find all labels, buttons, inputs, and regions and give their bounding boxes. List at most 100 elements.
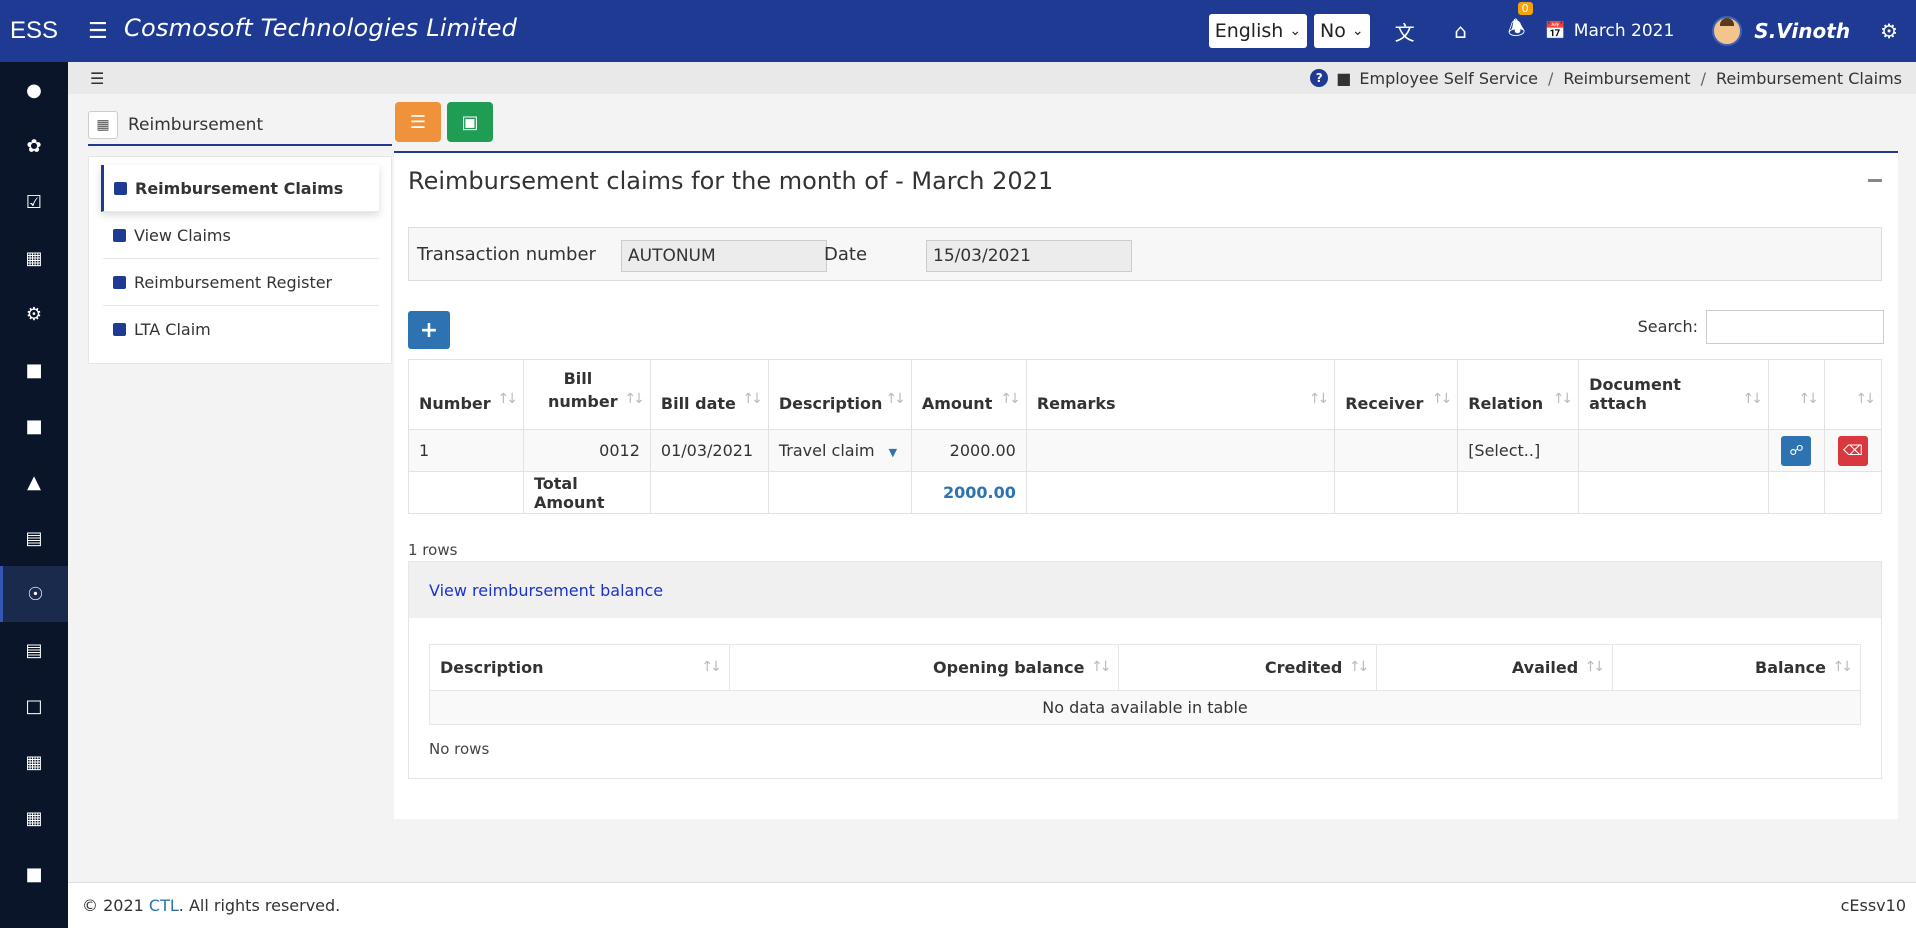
- add-row-button[interactable]: +: [408, 311, 450, 349]
- cell-empty: [1823, 471, 1883, 514]
- sort-icon: ↑↓: [885, 391, 906, 407]
- breadcrumb-reimbursement[interactable]: Reimbursement: [1563, 69, 1690, 88]
- grid-icon[interactable]: ▦: [88, 111, 118, 139]
- cell-bill-number[interactable]: 0012: [522, 429, 651, 472]
- view-balance-link[interactable]: View reimbursement balance: [429, 581, 663, 600]
- menu-item-reimbursement-claims[interactable]: Reimbursement Claims: [101, 165, 379, 212]
- square-icon[interactable]: ■: [0, 342, 68, 398]
- language-value: English: [1214, 20, 1284, 42]
- col-opening-balance[interactable]: Opening balance ↑↓: [728, 644, 1120, 691]
- file-settings-icon[interactable]: ▤: [0, 510, 68, 566]
- plus-icon: +: [419, 317, 439, 343]
- people-icon[interactable]: ●: [0, 62, 68, 118]
- home-icon[interactable]: ⌂: [1433, 19, 1489, 43]
- binoculars-icon[interactable]: ▲: [0, 454, 68, 510]
- breadcrumb-bar: ☰ ? ■ Employee Self Service / Reimbursem…: [68, 62, 1916, 94]
- col-credited[interactable]: Credited ↑↓: [1118, 644, 1378, 691]
- menu-item-lta-claim[interactable]: LTA Claim: [103, 306, 379, 353]
- settings-gear-icon[interactable]: ⚙: [1880, 19, 1898, 43]
- company-link[interactable]: CTL: [149, 896, 179, 915]
- cell-receiver[interactable]: [1334, 429, 1459, 472]
- hamburger-menu-icon[interactable]: ☰: [88, 19, 116, 44]
- transaction-number-label: Transaction number: [417, 244, 596, 265]
- cluster-icon[interactable]: ✿: [0, 118, 68, 174]
- search-input[interactable]: [1706, 310, 1884, 344]
- calendar-icon[interactable]: ▦: [0, 790, 68, 846]
- col-balance[interactable]: Balance ↑↓: [1612, 644, 1861, 691]
- cell-remarks[interactable]: [1025, 429, 1336, 472]
- copyright-year: © 2021: [82, 896, 144, 915]
- calendar-icon[interactable]: ▦: [0, 230, 68, 286]
- col-delete-action[interactable]: ↑↓: [1823, 359, 1883, 430]
- col-remarks[interactable]: Remarks ↑↓: [1025, 359, 1336, 430]
- list-view-button[interactable]: ☰: [395, 102, 441, 142]
- save-button[interactable]: ▣: [447, 102, 493, 142]
- description-dropdown[interactable]: Travel claim ▼: [767, 429, 912, 472]
- col-amount[interactable]: Amount ↑↓: [910, 359, 1027, 430]
- file-icon[interactable]: □: [0, 678, 68, 734]
- breadcrumb-claims: Reimbursement Claims: [1715, 68, 1902, 88]
- menu-item-reimbursement-register[interactable]: Reimbursement Register: [103, 259, 379, 306]
- date-field[interactable]: 15/03/2021: [926, 240, 1132, 272]
- col-relation[interactable]: Relation ↑↓: [1457, 359, 1580, 430]
- rupee-circle-icon[interactable]: ☉: [0, 566, 68, 622]
- trash-icon[interactable]: ⌫: [1837, 435, 1868, 466]
- collapse-icon[interactable]: [1868, 179, 1882, 182]
- col-bill-number[interactable]: Bill number ↑↓: [522, 359, 651, 430]
- cell-bill-date[interactable]: 01/03/2021: [649, 429, 769, 472]
- menu-item-label: Reimbursement Register: [134, 272, 333, 292]
- language-select[interactable]: English ⌄: [1208, 14, 1308, 48]
- col-document-attach[interactable]: Document attach ↑↓: [1578, 359, 1769, 430]
- total-label: Total Amount: [522, 471, 651, 514]
- help-icon[interactable]: ?: [1310, 69, 1329, 87]
- col-label: Description: [778, 394, 883, 413]
- cell-empty: [1457, 471, 1580, 514]
- total-row: Total Amount 2000.00: [408, 471, 1883, 514]
- col-number[interactable]: Number ↑↓: [408, 359, 524, 430]
- sort-icon: ↑↓: [1091, 659, 1112, 675]
- month-selector[interactable]: 📅 March 2021: [1545, 21, 1675, 41]
- user-menu[interactable]: S.Vinoth: [1712, 16, 1850, 46]
- app-brand[interactable]: ESS: [0, 17, 68, 45]
- option-select[interactable]: No ⌄: [1314, 14, 1370, 48]
- col-label: Credited: [1264, 658, 1343, 677]
- col-description[interactable]: Description ↑↓: [767, 359, 912, 430]
- col-label: Relation: [1468, 394, 1544, 413]
- menu-item-view-claims[interactable]: View Claims: [103, 212, 379, 259]
- translate-icon[interactable]: 文: [1377, 17, 1433, 46]
- col-bill-date[interactable]: Bill date ↑↓: [649, 359, 769, 430]
- menu-panel-header: ▦ Reimbursement: [88, 106, 392, 146]
- relation-select[interactable]: [Select..]: [1457, 429, 1580, 472]
- col-attach-action[interactable]: ↑↓: [1767, 359, 1825, 430]
- sort-icon: ↑↓: [1000, 391, 1021, 407]
- date-label: Date: [824, 244, 868, 265]
- breadcrumb-ess[interactable]: Employee Self Service: [1359, 69, 1538, 88]
- col-label: Availed: [1511, 658, 1579, 677]
- calendar-check-icon[interactable]: ☑: [0, 174, 68, 230]
- document-icon[interactable]: ▤: [0, 622, 68, 678]
- calendar-icon[interactable]: ▦: [0, 734, 68, 790]
- square-icon[interactable]: ■: [0, 846, 68, 902]
- transaction-number-field[interactable]: AUTONUM: [621, 240, 827, 272]
- dropdown-caret-icon: ▼: [888, 446, 898, 459]
- col-label: Bill number: [547, 369, 618, 411]
- page-title: Reimbursement claims for the month of - …: [408, 167, 1054, 195]
- menu-list: Reimbursement Claims View Claims Reimbur…: [88, 156, 392, 364]
- balance-panel-header: View reimbursement balance: [409, 562, 1881, 618]
- toggle-menu-icon[interactable]: ☰: [90, 69, 104, 88]
- col-receiver[interactable]: Receiver ↑↓: [1334, 359, 1459, 430]
- col-description[interactable]: Description ↑↓: [429, 644, 730, 691]
- notification-badge: 0: [1517, 2, 1533, 15]
- cogs-icon[interactable]: ⚙: [0, 286, 68, 342]
- folder-icon: ■: [1336, 68, 1352, 88]
- sort-icon: ↑↓: [1308, 391, 1330, 407]
- cell-amount[interactable]: 2000.00: [910, 429, 1027, 472]
- paperclip-icon[interactable]: ☍: [1781, 435, 1812, 466]
- col-availed[interactable]: Availed ↑↓: [1376, 644, 1614, 691]
- menu-item-label: LTA Claim: [134, 320, 211, 339]
- cell-attach: ☍: [1767, 429, 1825, 472]
- cell-number: 1: [408, 429, 524, 472]
- notification-bell-icon[interactable]: 🕭 0: [1489, 2, 1545, 48]
- square-icon[interactable]: ■: [0, 398, 68, 454]
- copyright-text: . All rights reserved.: [178, 896, 341, 915]
